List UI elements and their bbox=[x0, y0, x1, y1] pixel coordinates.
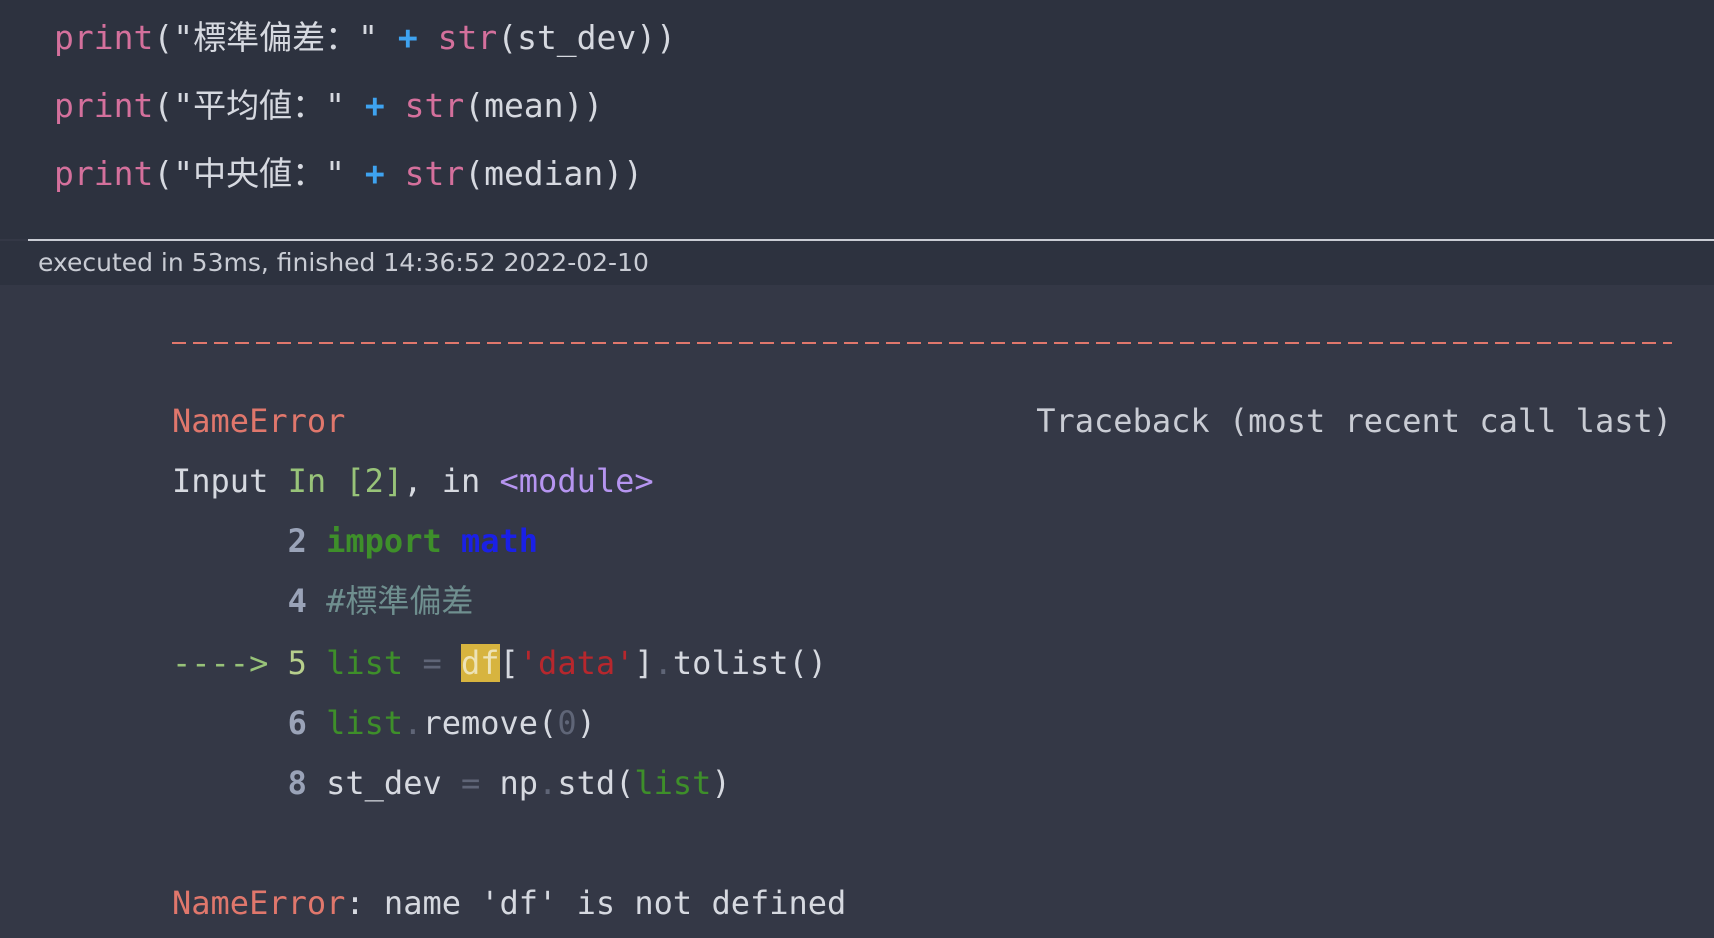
input-location: Input In [2], in <module> bbox=[172, 461, 654, 501]
input-mid: , in bbox=[403, 462, 500, 500]
code-line-3: print("中央値：" + str(median)) bbox=[54, 154, 643, 194]
line-number: 5 bbox=[287, 644, 307, 682]
print-keyword: print bbox=[54, 18, 154, 57]
variable: st_dev bbox=[326, 764, 442, 802]
string-literal: 'data' bbox=[518, 644, 635, 682]
argument: (st_dev)) bbox=[497, 18, 677, 57]
print-keyword: print bbox=[54, 86, 154, 125]
current-line-arrow-icon: ----> bbox=[172, 644, 269, 682]
method-call: remove( bbox=[422, 704, 558, 742]
method-call: tolist() bbox=[672, 644, 828, 682]
paren: ( bbox=[153, 18, 174, 57]
code-comment: #標準偏差 bbox=[326, 582, 474, 620]
traceback-line-6: 6 list.remove(0) bbox=[172, 703, 596, 743]
operator: = bbox=[422, 644, 442, 682]
dot: . bbox=[653, 644, 673, 682]
output-area: NameError Traceback (most recent call la… bbox=[0, 285, 1714, 938]
str-function: str bbox=[404, 154, 465, 193]
error-name: NameError bbox=[172, 402, 346, 440]
module-math: math bbox=[460, 522, 539, 560]
bracket: [ bbox=[499, 644, 519, 682]
module-name: <module> bbox=[499, 462, 654, 500]
traceback-separator bbox=[172, 342, 1672, 344]
dot: . bbox=[538, 764, 558, 802]
bracket: ] bbox=[634, 644, 654, 682]
object-name: np bbox=[499, 764, 539, 802]
code-cell[interactable]: print("標準偏差：" + str(st_dev)) print("平均値：… bbox=[0, 0, 1714, 239]
line-number: 4 bbox=[287, 582, 307, 620]
traceback-line-4: 4 #標準偏差 bbox=[172, 581, 474, 621]
dot: . bbox=[403, 704, 423, 742]
argument: (median)) bbox=[464, 154, 644, 193]
variable: list bbox=[326, 704, 404, 742]
execution-info-bar: executed in 53ms, finished 14:36:52 2022… bbox=[0, 241, 1714, 285]
input-cell-ref: In [2] bbox=[287, 462, 404, 500]
string-literal: "平均値：" bbox=[173, 86, 345, 125]
method-call: std( bbox=[557, 764, 635, 802]
argument: list bbox=[634, 764, 712, 802]
line-number: 2 bbox=[287, 522, 307, 560]
paren: ) bbox=[711, 764, 731, 802]
paren: ) bbox=[576, 704, 596, 742]
error-type: NameError bbox=[172, 884, 346, 922]
traceback-label: Traceback (most recent call last) bbox=[1036, 402, 1672, 440]
execution-time-label: executed in 53ms, finished 14:36:52 2022… bbox=[38, 248, 649, 277]
argument: (mean)) bbox=[464, 86, 604, 125]
error-message: NameError: name 'df' is not defined bbox=[172, 883, 846, 923]
traceback-line-2: 2 import math bbox=[172, 521, 538, 561]
error-highlight: df bbox=[460, 644, 500, 682]
plus-operator: + bbox=[364, 86, 385, 125]
str-function: str bbox=[404, 86, 465, 125]
str-function: str bbox=[437, 18, 498, 57]
error-text: : name 'df' is not defined bbox=[345, 884, 847, 922]
input-prefix: Input bbox=[172, 462, 288, 500]
number-literal: 0 bbox=[557, 704, 577, 742]
variable: list bbox=[326, 644, 404, 682]
code-line-1: print("標準偏差：" + str(st_dev)) bbox=[54, 18, 676, 58]
string-literal: "標準偏差：" bbox=[173, 18, 378, 57]
string-literal: "中央値：" bbox=[173, 154, 345, 193]
operator: = bbox=[460, 764, 481, 802]
traceback-line-8: 8 st_dev = np.std(list) bbox=[172, 763, 731, 803]
paren: ( bbox=[153, 154, 174, 193]
plus-operator: + bbox=[397, 18, 418, 57]
paren: ( bbox=[153, 86, 174, 125]
line-number: 6 bbox=[287, 704, 307, 742]
import-keyword: import bbox=[326, 522, 442, 560]
code-line-2: print("平均値：" + str(mean)) bbox=[54, 86, 603, 126]
print-keyword: print bbox=[54, 154, 154, 193]
traceback-line-5-current: ----> 5 list = df['data'].tolist() bbox=[172, 643, 827, 683]
plus-operator: + bbox=[364, 154, 385, 193]
line-number: 8 bbox=[287, 764, 307, 802]
